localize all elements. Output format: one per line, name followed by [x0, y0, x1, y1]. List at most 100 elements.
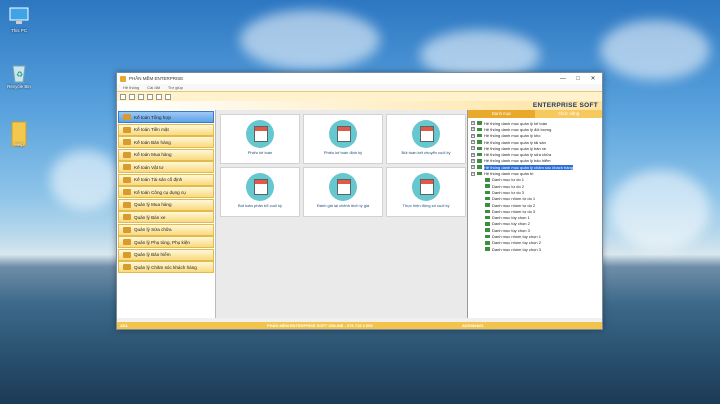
sidebar-item[interactable]: Quản lý Mua hàng: [118, 198, 214, 211]
sidebar-item[interactable]: Quản lý Sửa chữa: [118, 223, 214, 236]
function-tile[interactable]: Phiếu kế toán: [220, 114, 300, 164]
sidebar-item[interactable]: Kế toán Vật tư: [118, 161, 214, 173]
tree-node-label: Hệ thống danh mục quản lý bán xe: [484, 145, 547, 151]
function-tile[interactable]: Thực hiện động số cuối kỳ: [386, 167, 466, 217]
expand-icon[interactable]: +: [471, 158, 475, 163]
tree-folder-icon: [485, 184, 490, 188]
leaf-connector-icon: [481, 203, 483, 207]
desktop-icon-recycle-bin[interactable]: ♻ Recycle Bin: [2, 62, 36, 89]
expand-icon[interactable]: +: [471, 127, 475, 132]
desktop-icon-help[interactable]: Help: [2, 120, 36, 147]
menu-item[interactable]: Hệ thống: [123, 85, 139, 90]
leaf-connector-icon: [481, 234, 483, 238]
module-icon: [123, 139, 131, 145]
status-right: ADGWeb01: [462, 323, 484, 328]
tree-folder-icon: [477, 133, 482, 138]
leaf-connector-icon: [481, 184, 483, 188]
expand-icon[interactable]: +: [471, 165, 475, 170]
function-tile[interactable]: Bút toán kết chuyển cuối kỳ: [386, 114, 466, 164]
sidebar-item-label: Quản lý Sửa chữa: [134, 227, 172, 232]
module-icon: [123, 114, 131, 120]
sidebar-item[interactable]: Quản lý Bảo hiểm: [118, 248, 214, 261]
module-icon: [123, 164, 131, 170]
tree-node-label: Hệ thống danh mục quản lý đối tượng: [484, 126, 552, 132]
module-icon: [123, 201, 131, 208]
sidebar-item[interactable]: Kế toán Tổng hợp: [118, 111, 214, 123]
tree-folder-icon: [485, 215, 490, 220]
toolbar-tool-icon[interactable]: [129, 93, 135, 100]
tree-folder-icon: [485, 203, 490, 207]
tile-label: Bút toán phân bổ cuối kỳ: [237, 203, 283, 208]
cloud: [600, 20, 710, 80]
sidebar-item-label: Kế toán Tài sản cố định: [134, 177, 183, 182]
module-icon: [123, 226, 131, 233]
status-center: PHẦN MỀM ENTERPRISE SOFT ONLINE - 076 71…: [267, 323, 373, 328]
tree-node-label: Hệ thống danh mục quản lý bảo hiểm: [484, 158, 551, 164]
sidebar-item-label: Kế toán Tiền mặt: [134, 127, 169, 132]
tree-node-label: Danh mục nhóm tự do 3: [492, 208, 536, 214]
toolbar-tool-icon[interactable]: [120, 93, 126, 100]
computer-icon: [8, 6, 30, 26]
tree-node-label: Hệ thống danh mục quản lý tài sản: [484, 139, 546, 145]
leaf-connector-icon: [481, 241, 483, 245]
tree-folder-icon: [477, 171, 482, 176]
expand-icon[interactable]: +: [471, 146, 475, 151]
module-icon: [123, 176, 131, 183]
expand-icon[interactable]: +: [471, 121, 475, 126]
expand-icon[interactable]: +: [471, 140, 475, 145]
tree-node-label: Hệ thống danh mục quản lý kế toán: [484, 120, 548, 126]
tree-node-label: Danh mục nhóm tùy chọn 1: [492, 233, 541, 239]
expand-icon[interactable]: +: [471, 152, 475, 157]
expand-icon[interactable]: +: [471, 133, 475, 138]
tree-node-label: Danh mục tự do 2: [492, 183, 525, 189]
leaf-connector-icon: [481, 247, 483, 251]
menu-item[interactable]: Trợ giúp: [168, 85, 183, 90]
sidebar-item[interactable]: Quản lý Chăm sóc khách hàng: [118, 261, 214, 273]
svg-text:♻: ♻: [16, 70, 23, 79]
tree-node-label: Hệ thống danh mục quản lý sửa chữa: [484, 152, 552, 158]
function-tile[interactable]: Phiếu kế toán định kỳ: [303, 114, 383, 164]
tree-folder-icon: [477, 127, 482, 132]
tree-folder-icon: [485, 241, 490, 245]
module-icon: [123, 264, 131, 270]
expand-icon[interactable]: −: [471, 171, 475, 176]
function-tile[interactable]: Đánh giá lại chênh lệch tỷ giá: [303, 167, 383, 217]
toolbar-tool-icon[interactable]: [138, 93, 144, 100]
menu-item[interactable]: Cài đặt: [147, 85, 160, 90]
tile-label: Thực hiện động số cuối kỳ: [402, 203, 450, 208]
app-icon: [120, 75, 126, 82]
sidebar-item[interactable]: Kế toán Tiền mặt: [118, 123, 214, 136]
toolbar-tool-icon[interactable]: [165, 93, 171, 100]
tree-node-label: Danh mục tùy chọn 3: [492, 227, 530, 233]
tree-node[interactable]: Danh mục nhóm tùy chọn 3: [471, 246, 602, 252]
panel-tabs: Danh mục Chức năng: [468, 110, 602, 118]
module-icon: [123, 151, 131, 158]
document-icon: [329, 173, 357, 201]
toolbar-tool-icon[interactable]: [156, 93, 162, 100]
sidebar-item[interactable]: Kế toán Công cụ dụng cụ: [118, 186, 214, 198]
tab-chuc-nang[interactable]: Chức năng: [535, 110, 602, 118]
leaf-connector-icon: [481, 222, 483, 226]
sidebar-item[interactable]: Kế toán Tài sản cố định: [118, 173, 214, 186]
minimize-button[interactable]: —: [557, 76, 569, 82]
sidebar-item-label: Quản lý Chăm sóc khách hàng: [134, 264, 197, 270]
module-icon: [123, 239, 131, 245]
tree-folder-icon: [477, 159, 482, 163]
status-left: ADL: [120, 323, 129, 328]
sidebar-item[interactable]: Kế toán Mua hàng: [118, 148, 214, 161]
sidebar-item-label: Quản lý Bảo hiểm: [134, 252, 171, 257]
sidebar-item[interactable]: Kế toán Bán hàng: [118, 136, 214, 148]
tab-danh-muc[interactable]: Danh mục: [468, 110, 535, 118]
cloud: [50, 150, 120, 210]
tree-node-label: Hệ thống danh mục quản trị: [484, 171, 534, 177]
toolbar-tool-icon[interactable]: [147, 93, 153, 100]
title-bar: PHẦN MỀM ENTERPRISE — □ ✕: [117, 73, 602, 84]
tree-node-label: Danh mục nhóm tự do 2: [492, 202, 536, 208]
sidebar-item[interactable]: Quản lý Bán xe: [118, 211, 214, 223]
function-tile[interactable]: Bút toán phân bổ cuối kỳ: [220, 167, 300, 217]
sidebar-item[interactable]: Quản lý Phụ tùng, Phụ kiện: [118, 236, 214, 248]
tree-folder-icon: [485, 234, 490, 239]
maximize-button[interactable]: □: [572, 76, 584, 82]
close-button[interactable]: ✕: [587, 75, 599, 82]
desktop-icon-this-pc[interactable]: This PC: [2, 6, 36, 33]
